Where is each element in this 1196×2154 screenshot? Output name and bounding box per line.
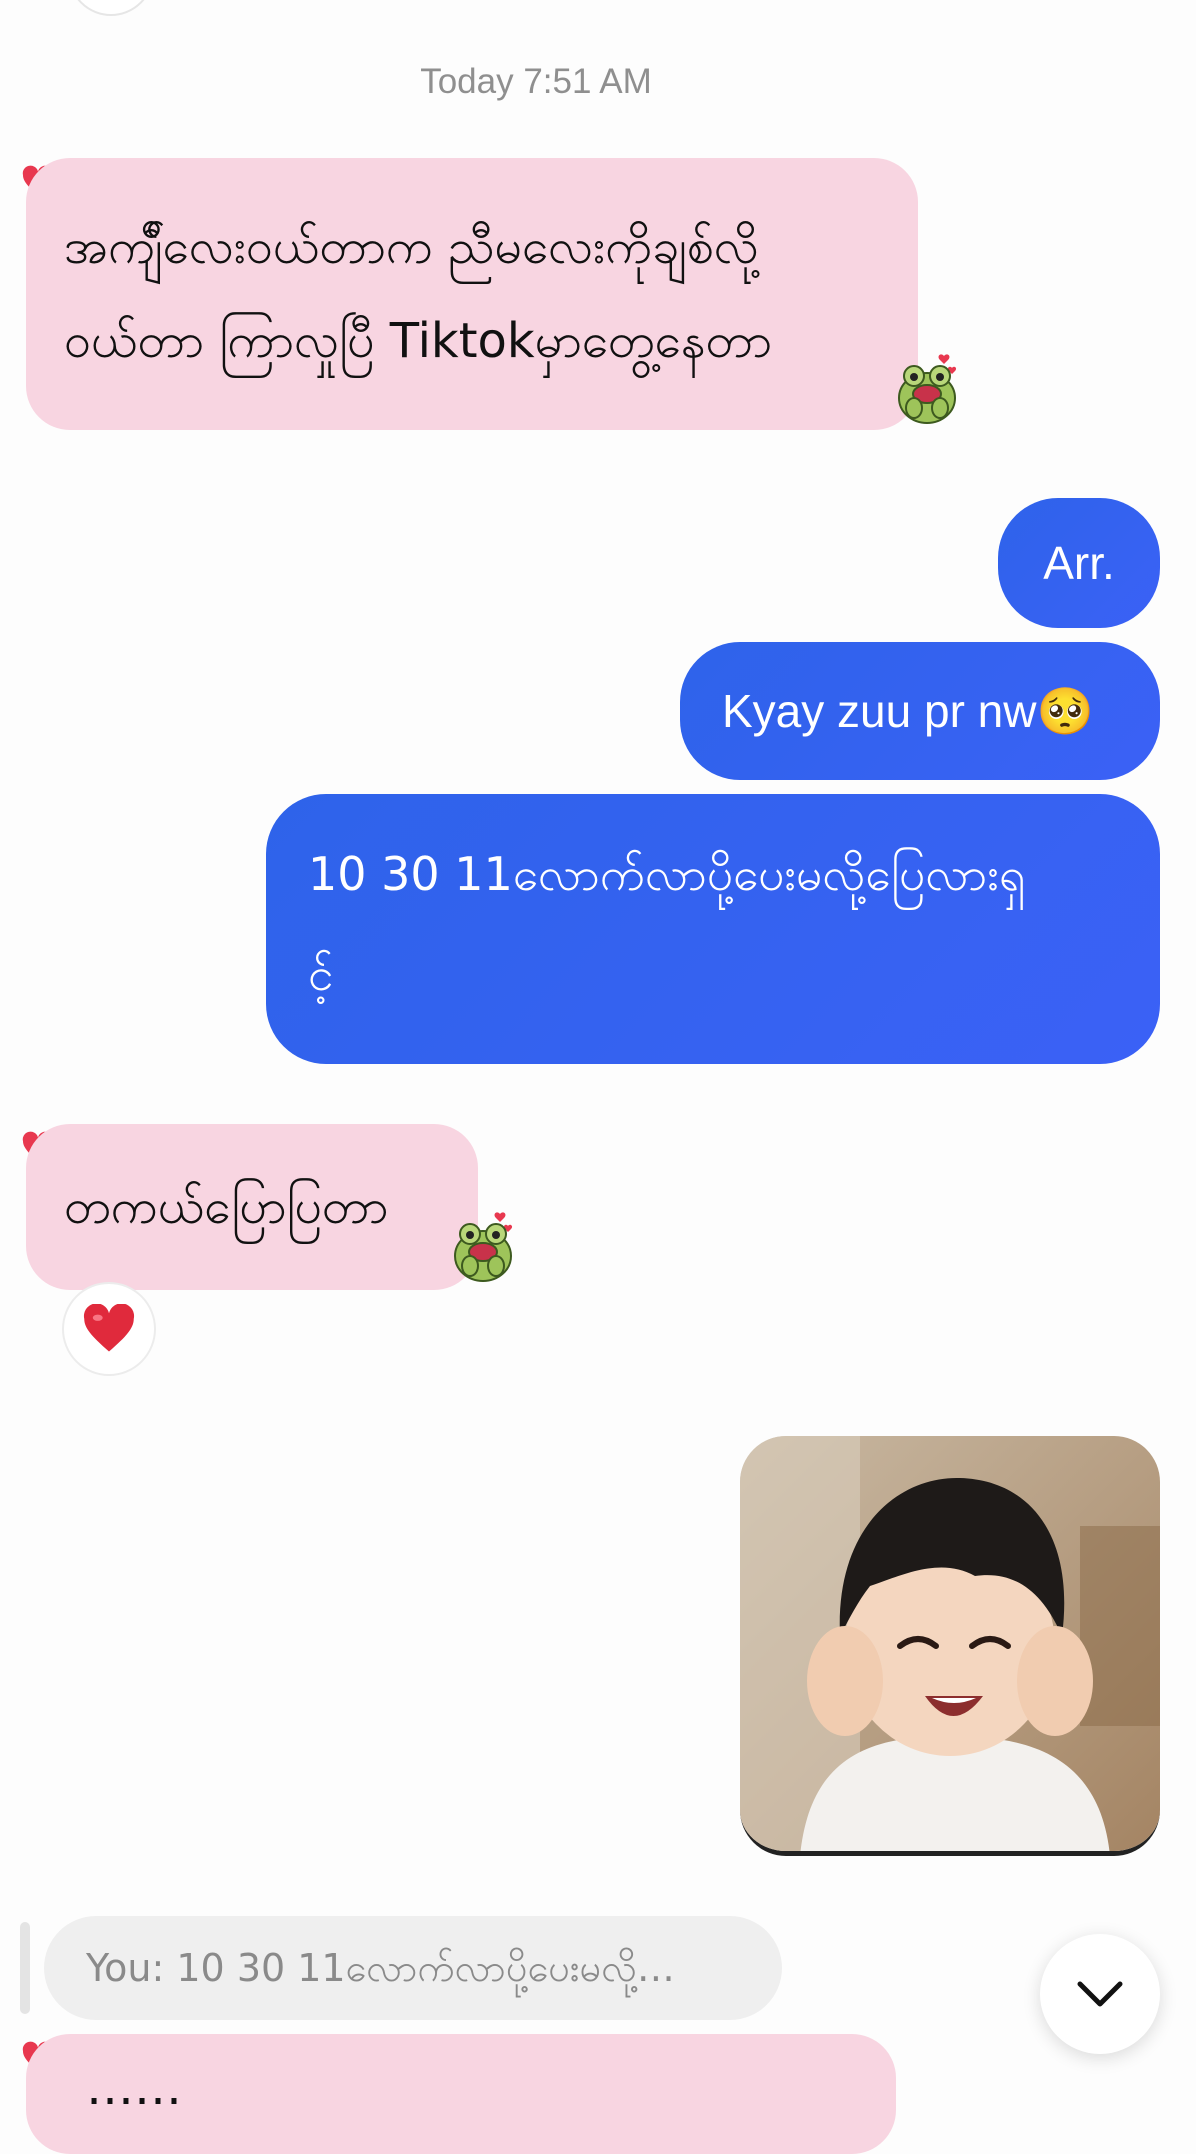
message-line: 10 30 11လောက်လာပို့ပေးမလို့ပြေလားရှ: [308, 847, 1026, 901]
avatar[interactable]: [68, 0, 154, 16]
message-text: တကယ်ပြောပြတာ: [64, 1179, 389, 1235]
message-line: ဝယ်တာ ကြာလှုပြီ Tiktokမှာတွေ့နေတာ: [64, 313, 773, 369]
photo-of-smiling-child: [740, 1436, 1160, 1851]
outgoing-message-bubble[interactable]: Arr.: [998, 498, 1160, 628]
outgoing-message-bubble[interactable]: 10 30 11လောက်လာပို့ပေးမလို့ပြေလားရှ င့်: [266, 794, 1160, 1064]
chevron-down-icon: [1077, 1981, 1123, 2007]
frog-sticker-icon: [454, 1212, 513, 1282]
message-line: င့်: [308, 947, 334, 1001]
incoming-message-bubble[interactable]: တကယ်ပြောပြတာ: [26, 1124, 478, 1290]
sent-photo[interactable]: [740, 1436, 1160, 1856]
message-timestamp: Today 7:51 AM: [420, 62, 652, 101]
message-line: အကျ်ီလေးဝယ်တာက ညီမလေးကိုချစ်လို့: [64, 219, 759, 275]
message-text: Arr.: [1043, 537, 1115, 589]
reply-preview[interactable]: You: 10 30 11လောက်လာပို့ပေးမလို့…: [44, 1916, 782, 2020]
frog-sticker-icon: [898, 354, 957, 424]
reaction-badge[interactable]: [62, 1282, 156, 1376]
outgoing-message-bubble[interactable]: Kyay zuu pr nw🥺: [680, 642, 1160, 780]
incoming-message-bubble[interactable]: အကျ်ီလေးဝယ်တာက ညီမလေးကိုချစ်လို့ ဝယ်တာ က…: [26, 158, 918, 430]
heart-reaction-icon: [83, 1304, 135, 1352]
reply-indicator-bar: [20, 1922, 30, 2014]
scroll-to-bottom-button[interactable]: [1040, 1934, 1160, 2054]
message-text: Kyay zuu pr nw🥺: [722, 685, 1094, 737]
incoming-message-bubble[interactable]: ……: [26, 2034, 896, 2154]
